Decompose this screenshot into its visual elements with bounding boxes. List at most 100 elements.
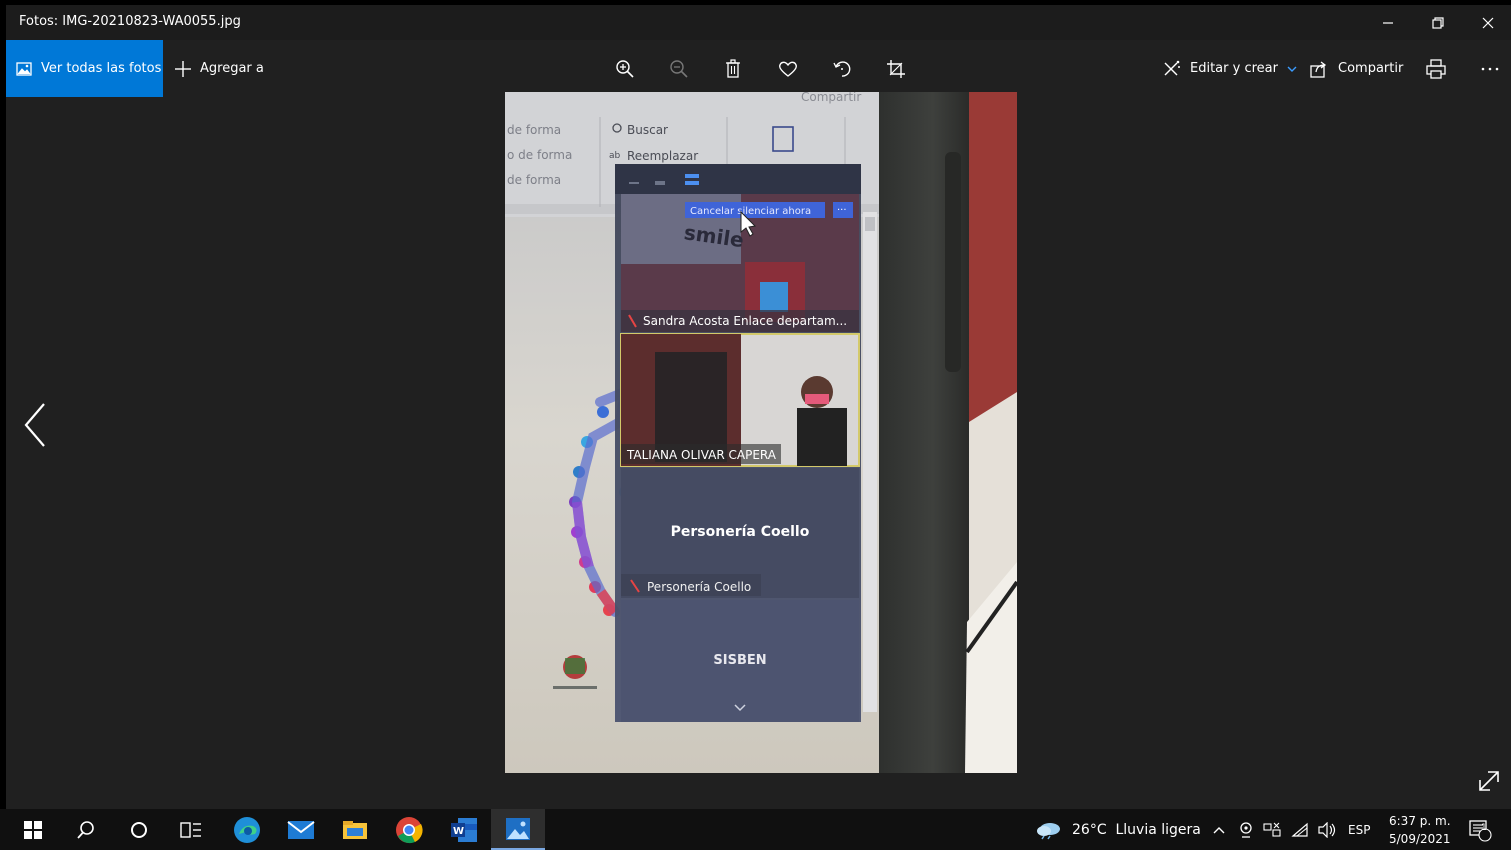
svg-text:ab: ab — [609, 151, 621, 161]
close-icon — [1482, 17, 1494, 28]
more-icon — [1481, 67, 1499, 70]
more-options-button[interactable] — [1480, 40, 1500, 97]
print-button[interactable] — [1426, 40, 1446, 97]
cortana-button[interactable] — [112, 809, 166, 850]
participant-1-name: Sandra Acosta Enlace departam... — [643, 314, 847, 328]
chrome-icon — [396, 816, 423, 843]
plus-icon — [175, 60, 191, 77]
printer-icon — [1426, 58, 1446, 79]
ribbon-left-label-1: de forma — [507, 123, 561, 137]
notification-icon — [1469, 819, 1492, 842]
wifi-tray[interactable] — [1291, 809, 1309, 850]
wifi-icon — [1291, 822, 1308, 837]
ribbon-replace-label: Reemplazar — [627, 149, 698, 163]
view-all-photos-button[interactable]: Ver todas las fotos — [6, 40, 163, 97]
favorite-button[interactable] — [773, 54, 803, 84]
previous-photo-button[interactable] — [20, 400, 50, 450]
start-button[interactable] — [6, 809, 60, 850]
mail-icon — [287, 820, 315, 839]
notification-count: 1 — [1481, 823, 1487, 833]
trash-icon — [726, 59, 740, 78]
chevron-down-icon — [1287, 66, 1297, 72]
weather-widget[interactable]: 26°C Lluvia ligera — [1036, 809, 1201, 850]
clock-time: 6:37 p. m. — [1389, 814, 1451, 828]
edit-create-button[interactable]: Editar y crear — [1162, 40, 1298, 97]
word-icon: W — [451, 817, 477, 842]
edge-taskbar-button[interactable] — [220, 809, 274, 850]
command-bar: Ver todas las fotos Agregar a Editar y c… — [6, 40, 1511, 97]
action-center-button[interactable]: 1 — [1468, 809, 1492, 850]
view-all-photos-label: Ver todas las fotos — [41, 61, 162, 76]
taskbar: W 26°C Lluvia ligera ESP 6:37 p. m. 5/09… — [0, 809, 1511, 850]
search-icon — [77, 820, 94, 839]
heart-icon — [779, 61, 797, 77]
show-hidden-icons-button[interactable] — [1212, 809, 1226, 850]
title-bar: Fotos: IMG-20210823-WA0055.jpg — [6, 5, 1511, 40]
edge-icon — [234, 816, 260, 843]
photos-app-window: Fotos: IMG-20210823-WA0055.jpg Ver todas… — [6, 5, 1511, 809]
search-button[interactable] — [59, 809, 113, 850]
edit-create-icon — [1164, 60, 1180, 75]
chrome-taskbar-button[interactable] — [382, 809, 436, 850]
add-to-label: Agregar a — [200, 61, 264, 76]
share-button[interactable]: Compartir — [1310, 40, 1403, 97]
svg-text:···: ··· — [837, 205, 847, 216]
chevron-up-icon — [1213, 826, 1225, 833]
participant-2-name: TALIANA OLIVAR CAPERA — [626, 448, 777, 462]
participant-4-title: SISBEN — [713, 653, 766, 668]
participant-3-title: Personería Coello — [671, 524, 810, 540]
zoom-in-button[interactable] — [610, 54, 640, 84]
file-explorer-taskbar-button[interactable] — [328, 809, 382, 850]
folder-icon — [343, 820, 367, 839]
ribbon-share-label: Compartir — [801, 92, 861, 104]
volume-tray[interactable] — [1317, 809, 1337, 850]
full-screen-button[interactable] — [1476, 768, 1502, 794]
window-title: Fotos: IMG-20210823-WA0055.jpg — [19, 14, 241, 29]
expand-icon — [1479, 771, 1499, 791]
task-view-button[interactable] — [164, 809, 218, 850]
ribbon-search-label: Buscar — [627, 123, 668, 137]
input-language-button[interactable]: ESP — [1348, 809, 1370, 850]
photos-taskbar-button[interactable] — [491, 809, 545, 850]
edit-create-label: Editar y crear — [1190, 61, 1278, 76]
svg-text:W: W — [453, 826, 464, 837]
crop-icon — [887, 60, 905, 78]
clock[interactable]: 6:37 p. m. 5/09/2021 — [1389, 812, 1459, 848]
chevron-left-icon — [24, 403, 45, 447]
cancel-mute-button[interactable]: Cancelar silenciar ahora — [690, 206, 811, 217]
clock-date: 5/09/2021 — [1389, 832, 1451, 846]
minimize-button[interactable] — [1363, 5, 1413, 40]
meet-now-tray[interactable] — [1238, 809, 1254, 850]
restore-button[interactable] — [1413, 5, 1463, 40]
zoom-out-icon — [670, 60, 688, 78]
speaker-icon — [1318, 821, 1336, 838]
network-disconnected-icon — [1263, 822, 1281, 837]
add-to-button[interactable]: Agregar a — [174, 40, 264, 97]
weather-text: 26°C Lluvia ligera — [1072, 821, 1201, 838]
crop-button[interactable] — [881, 54, 911, 84]
share-label: Compartir — [1338, 61, 1404, 76]
webcam-icon — [1240, 821, 1252, 838]
photos-icon — [506, 817, 530, 840]
close-button[interactable] — [1463, 5, 1511, 40]
word-taskbar-button[interactable]: W — [437, 809, 491, 850]
task-view-icon — [180, 821, 201, 838]
zoom-out-button[interactable] — [664, 54, 694, 84]
network-tray[interactable] — [1263, 809, 1281, 850]
photo-canvas: de forma o de forma de forma Buscar Reem… — [505, 92, 1017, 773]
share-icon — [1310, 60, 1327, 78]
participant-3-name: Personería Coello — [647, 580, 751, 594]
photo-collection-icon — [16, 61, 32, 76]
windows-logo-icon — [24, 820, 42, 839]
mail-taskbar-button[interactable] — [274, 809, 328, 850]
cortana-icon — [131, 821, 147, 838]
delete-button[interactable] — [718, 54, 748, 84]
rotate-icon — [833, 61, 851, 77]
rotate-button[interactable] — [827, 54, 857, 84]
cloud-rain-icon — [1037, 822, 1060, 839]
ribbon-left-label-2: o de forma — [507, 148, 572, 162]
ribbon-left-label-3: de forma — [507, 173, 561, 187]
zoom-in-icon — [616, 60, 634, 78]
restore-icon — [1432, 16, 1444, 29]
minimize-icon — [1383, 21, 1393, 24]
